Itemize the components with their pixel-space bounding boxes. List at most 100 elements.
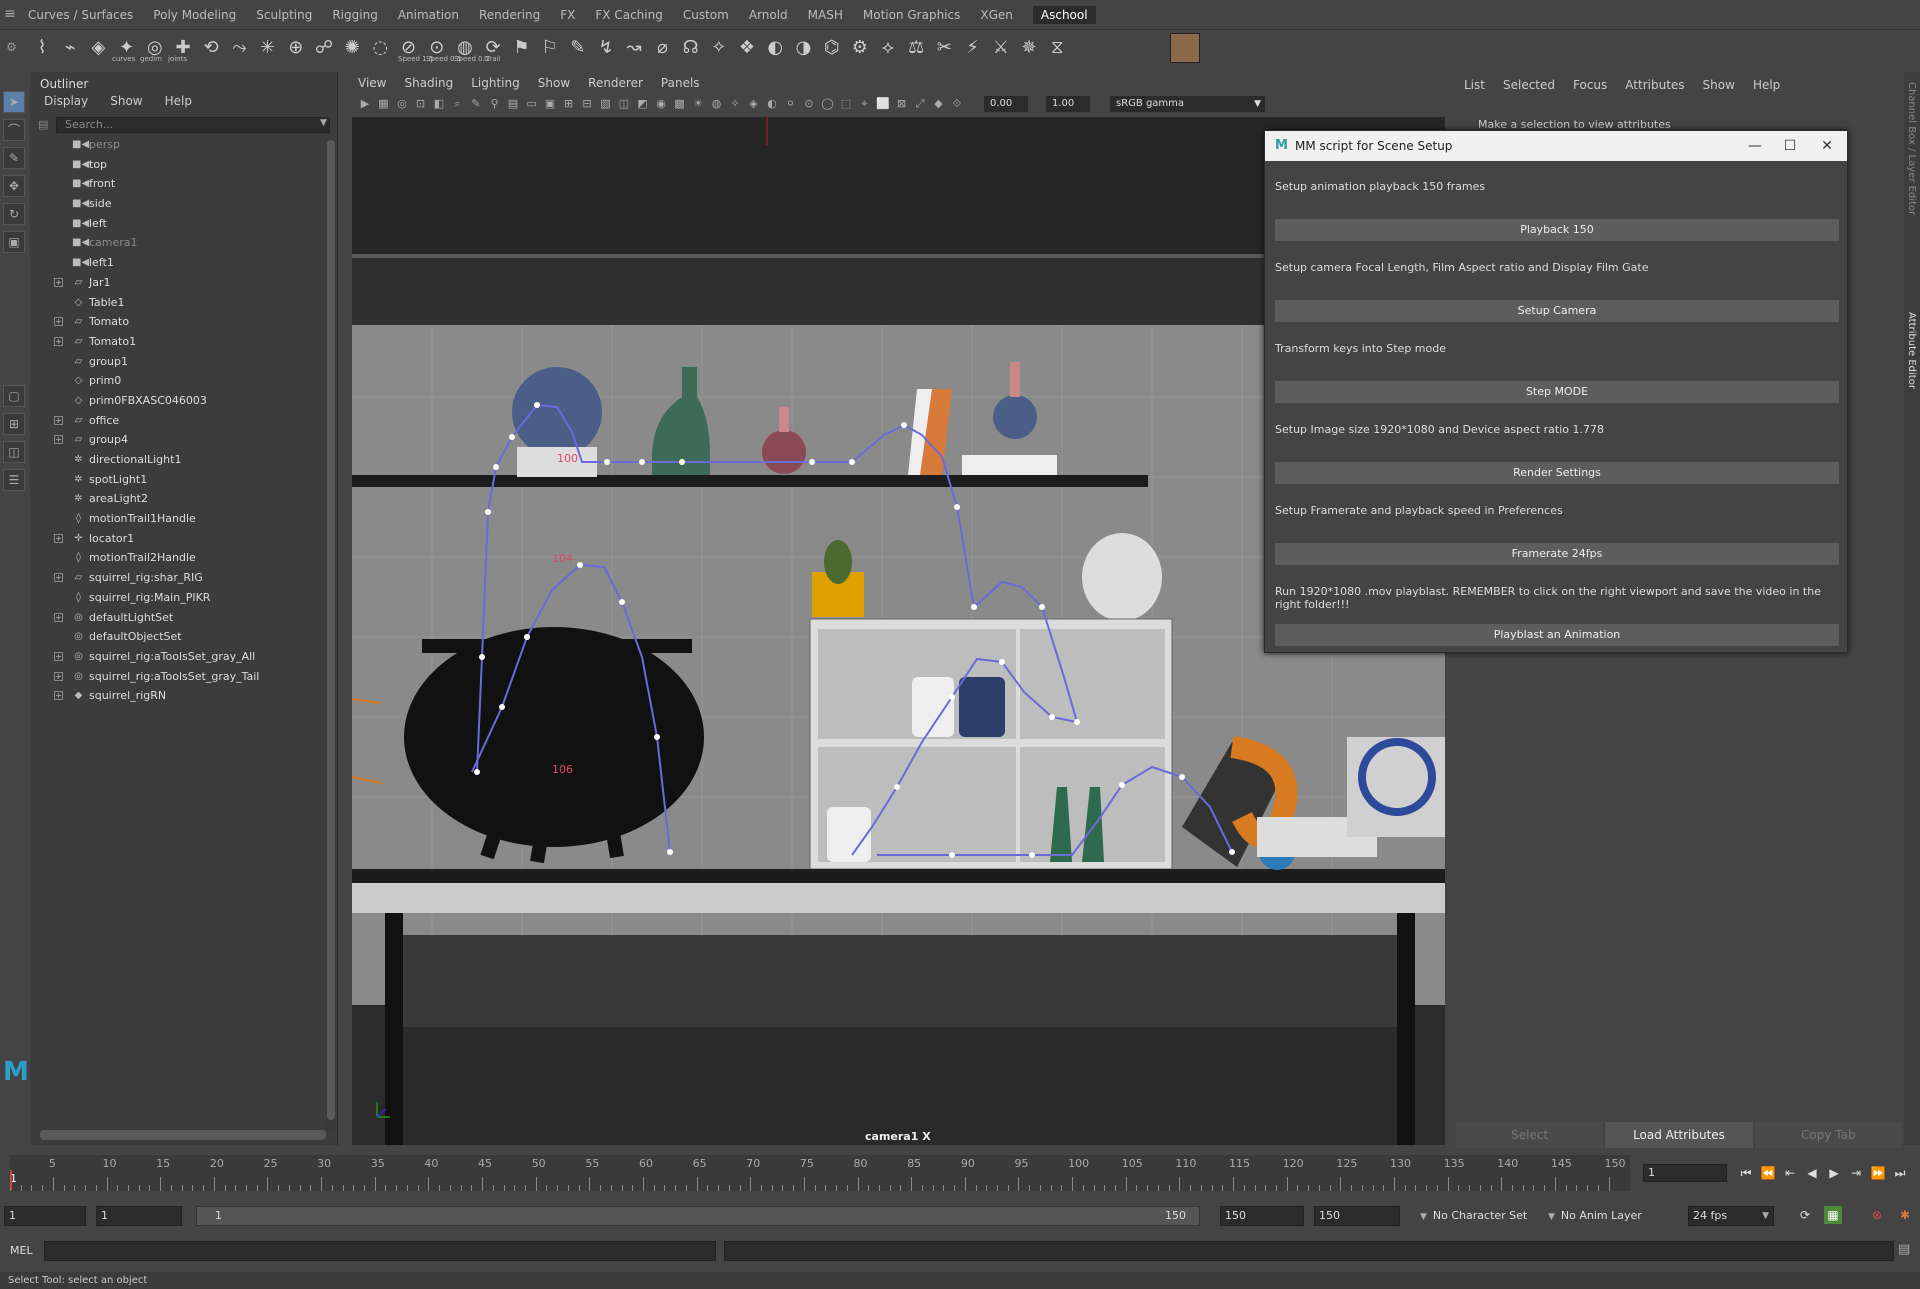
shelf-tool-12-icon[interactable]: ✺	[338, 34, 366, 62]
auto-key-icon[interactable]: ▦	[1824, 1206, 1842, 1224]
move-tool-icon[interactable]: ✥	[3, 175, 25, 197]
command-input[interactable]	[44, 1241, 716, 1261]
viewport-tool-20-icon[interactable]: ◍	[710, 97, 724, 111]
menu-motion-graphics[interactable]: Motion Graphics	[863, 8, 961, 24]
outliner-item[interactable]: + ◆ squirrel_rigRN	[30, 686, 326, 706]
select-tool-icon[interactable]: ➤	[3, 91, 25, 113]
outliner-item[interactable]: + ▱ office	[30, 411, 326, 431]
shelf-tool-32-icon[interactable]: ⚖	[902, 34, 930, 62]
viewport-tool-3-icon[interactable]: ◎	[395, 97, 409, 111]
viewport-tool-8-icon[interactable]: ⚲	[488, 97, 502, 111]
menu-mash[interactable]: MASH	[808, 8, 843, 24]
expand-icon[interactable]: +	[54, 336, 63, 346]
outliner-item[interactable]: ■◀ side	[30, 194, 326, 214]
step-forward-frame-icon[interactable]: ⇥	[1847, 1164, 1865, 1182]
outliner-item[interactable]: ◇ Table1	[30, 293, 326, 313]
script-editor-icon[interactable]: ▤	[1898, 1242, 1910, 1257]
shelf-tool-3-icon[interactable]: ◈	[84, 34, 112, 62]
shelf-tool-20-icon[interactable]: ✎	[564, 34, 592, 62]
viewport-tool-25-icon[interactable]: ⊙	[802, 97, 816, 111]
ae-menu-attributes[interactable]: Attributes	[1625, 78, 1684, 92]
shelf-tool-23-icon[interactable]: ⌀	[648, 34, 676, 62]
expand-icon[interactable]: +	[54, 277, 63, 287]
viewport-tool-29-icon[interactable]: ⬜	[876, 97, 890, 111]
viewport-tool-11-icon[interactable]: ▣	[543, 97, 557, 111]
outliner-item[interactable]: ◊ motionTrail2Handle	[30, 548, 326, 568]
outliner-item[interactable]: ■◀ persp	[30, 135, 326, 155]
shelf-tool-21-icon[interactable]: ↯	[592, 34, 620, 62]
viewport-tool-23-icon[interactable]: ◐	[765, 97, 779, 111]
menu-animation[interactable]: Animation	[398, 8, 459, 24]
shelf-tool-19-icon[interactable]: ⚐	[536, 34, 564, 62]
shelf-tool-1-icon[interactable]: ⌇	[28, 34, 56, 62]
viewport-tool-22-icon[interactable]: ◈	[747, 97, 761, 111]
shelf-tool-13-icon[interactable]: ◌	[366, 34, 394, 62]
shelf-tool-31-icon[interactable]: ⟡	[874, 34, 902, 62]
shelf-tool-9-icon[interactable]: ✳	[254, 34, 282, 62]
menu-sculpting[interactable]: Sculpting	[256, 8, 312, 24]
play-forwards-icon[interactable]: ▶	[1825, 1164, 1843, 1182]
expand-icon[interactable]: +	[54, 671, 63, 681]
expand-icon[interactable]: +	[54, 533, 63, 543]
dialog-playblast-an-animation-button[interactable]: Playblast an Animation	[1275, 624, 1839, 646]
outliner-item[interactable]: + ◎ squirrel_rig:aToolsSet_gray_Tail	[30, 667, 326, 687]
viewport-tool-30-icon[interactable]: ⊠	[895, 97, 909, 111]
colorspace-select[interactable]: sRGB gamma ▼	[1110, 96, 1265, 112]
shelf-tool-37-icon[interactable]: ⧖	[1043, 34, 1071, 62]
outliner-item[interactable]: ✲ areaLight2	[30, 489, 326, 509]
rotate-tool-icon[interactable]: ↻	[3, 203, 25, 225]
expand-icon[interactable]: +	[54, 573, 63, 583]
minimize-icon[interactable]: —	[1745, 136, 1765, 156]
outliner-menu-help[interactable]: Help	[165, 94, 192, 108]
viewport-tool-1-icon[interactable]: ▶	[358, 97, 372, 111]
anim-layer-select[interactable]: ▼ No Anim Layer	[1548, 1206, 1658, 1226]
fps-select[interactable]: 24 fps ▼	[1688, 1206, 1774, 1226]
dialog-step-mode-button[interactable]: Step MODE	[1275, 381, 1839, 403]
outliner-item[interactable]: + ▱ Tomato	[30, 312, 326, 332]
outliner-item[interactable]: ■◀ left1	[30, 253, 326, 273]
viewport-tool-31-icon[interactable]: ⤢	[913, 97, 927, 111]
viewport-menu-shading[interactable]: Shading	[404, 76, 453, 90]
outliner-item[interactable]: + ◎ squirrel_rig:aToolsSet_gray_All	[30, 647, 326, 667]
lasso-tool-icon[interactable]: ⌒	[3, 119, 25, 141]
shelf-options-icon[interactable]: ⚙	[6, 40, 17, 54]
range-slider[interactable]: 1 150	[196, 1206, 1200, 1226]
menu-poly-modeling[interactable]: Poly Modeling	[153, 8, 236, 24]
expand-icon[interactable]: +	[54, 691, 63, 701]
outliner-layout-icon[interactable]: ☰	[3, 469, 25, 491]
viewport-tool-18-icon[interactable]: ▩	[673, 97, 687, 111]
outliner-item[interactable]: ■◀ camera1	[30, 233, 326, 253]
time-ruler[interactable]: 5 10 15 20 25 30 35 40 45 50 55 60 65 70 75 80 85 90 95 100…	[10, 1155, 1630, 1191]
viewport-tool-28-icon[interactable]: ⌖	[858, 97, 872, 111]
viewport-tool-32-icon[interactable]: ◆	[932, 97, 946, 111]
shelf-tool-29-icon[interactable]: ⌬	[818, 34, 846, 62]
viewport-menu-panels[interactable]: Panels	[661, 76, 700, 90]
shelf-tool-36-icon[interactable]: ✵	[1015, 34, 1043, 62]
playhead[interactable]	[10, 1170, 12, 1190]
shelf-tool-8-icon[interactable]: ⤳	[225, 34, 253, 62]
ae-menu-focus[interactable]: Focus	[1573, 78, 1607, 92]
outliner-item[interactable]: + ▱ group4	[30, 430, 326, 450]
menu-aschool[interactable]: Aschool	[1032, 6, 1096, 24]
outliner-item[interactable]: ◎ defaultObjectSet	[30, 627, 326, 647]
side-tab-channel-box[interactable]: Channel Box / Layer Editor	[1906, 82, 1917, 215]
two-pane-layout-icon[interactable]: ◫	[3, 441, 25, 463]
copy-tab-button[interactable]: Copy Tab	[1754, 1122, 1902, 1148]
anim-start-field[interactable]: 1	[96, 1206, 182, 1226]
current-frame-field[interactable]: 1	[1643, 1164, 1727, 1182]
viewport-tool-17-icon[interactable]: ◉	[654, 97, 668, 111]
ae-menu-selected[interactable]: Selected	[1503, 78, 1555, 92]
shelf-tool-7-icon[interactable]: ⟲	[197, 34, 225, 62]
viewport-tool-4-icon[interactable]: ⊡	[414, 97, 428, 111]
viewport-tool-21-icon[interactable]: ✧	[728, 97, 742, 111]
step-back-frame-icon[interactable]: ⇤	[1781, 1164, 1799, 1182]
shelf-tool-26-icon[interactable]: ❖	[733, 34, 761, 62]
shelf-tool-18-icon[interactable]: ⚑	[507, 34, 535, 62]
outliner-item[interactable]: ■◀ left	[30, 214, 326, 234]
ae-menu-list[interactable]: List	[1464, 78, 1485, 92]
four-pane-layout-icon[interactable]: ⊞	[3, 413, 25, 435]
preferences-icon[interactable]: ✱	[1896, 1206, 1914, 1224]
viewport-menu-renderer[interactable]: Renderer	[588, 76, 643, 90]
dialog-titlebar[interactable]: M MM script for Scene Setup — ☐ ✕	[1265, 131, 1847, 161]
shelf-tool-33-icon[interactable]: ✂	[930, 34, 958, 62]
